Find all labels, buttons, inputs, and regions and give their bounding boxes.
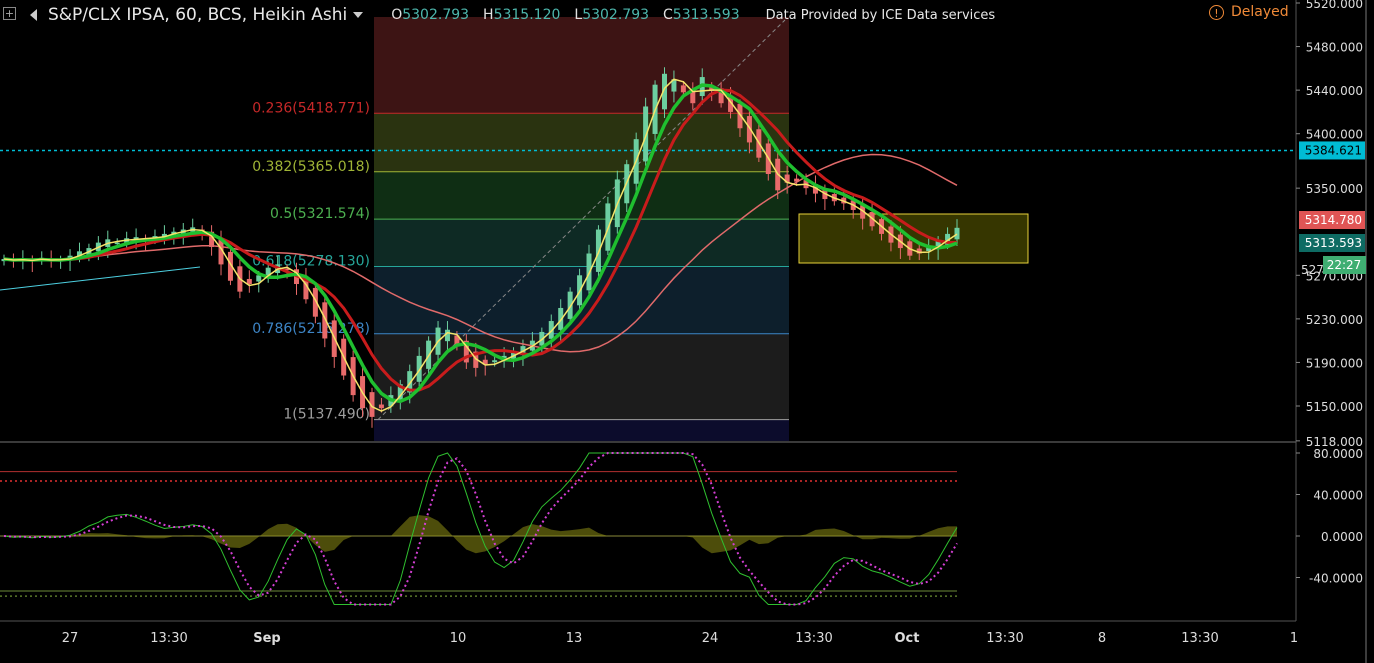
time-tick: 13:30 — [795, 631, 832, 646]
time-tick: Oct — [895, 631, 920, 646]
low-value: 5302.793 — [582, 7, 650, 23]
fib-label: 0.382(5365.018) — [252, 159, 370, 175]
high-label: H — [483, 7, 494, 23]
fib-band — [374, 113, 789, 172]
partial-price-tick: 527 — [1301, 263, 1324, 277]
osc-tick: 0.0000 — [1321, 530, 1363, 544]
osc-tick: 40.0000 — [1313, 489, 1363, 503]
price-tick: 5400.000 — [1306, 128, 1363, 142]
open-label: O — [391, 7, 403, 23]
candle-body — [444, 329, 450, 342]
hline-price-tag: 5384.621 — [1305, 143, 1362, 157]
expand-icon[interactable]: + — [3, 7, 16, 20]
delayed-badge[interactable]: ! Delayed — [1209, 4, 1289, 20]
close-value: 5313.593 — [672, 7, 740, 23]
trend-line — [0, 266, 201, 291]
candle-body — [246, 278, 252, 285]
last-price-tag: 5313.593 — [1305, 236, 1362, 250]
candle-body — [680, 85, 686, 93]
delayed-label: Delayed — [1231, 4, 1289, 20]
legend-header: S&P/CLX IPSA, 60, BCS, Heikin Ashi O 5302… — [48, 4, 995, 26]
data-provider-note: Data Provided by ICE Data services — [765, 7, 996, 23]
alert-icon: ! — [1209, 4, 1224, 20]
chevron-down-icon[interactable] — [353, 12, 364, 18]
time-tick: 13 — [566, 631, 583, 646]
collapse-arrow-icon[interactable] — [30, 9, 37, 21]
osc-line — [3, 452, 958, 605]
fib-label: 0.236(5418.771) — [252, 100, 370, 116]
time-tick: 13:30 — [150, 631, 187, 646]
time-tick: 13:30 — [986, 631, 1023, 646]
high-value: 5315.120 — [493, 7, 561, 23]
osc-signal-line — [3, 452, 958, 606]
time-tick: 10 — [450, 631, 467, 646]
time-tick: 24 — [702, 631, 719, 646]
time-tick: 27 — [62, 631, 79, 646]
fib-band — [374, 219, 789, 267]
fib-label: 1(5137.490) — [283, 407, 370, 423]
fib-band — [374, 171, 789, 220]
osc-tick: 80.0000 — [1313, 447, 1363, 461]
countdown-tag: 22:27 — [1327, 258, 1362, 272]
fib-band — [374, 17, 789, 114]
open-value: 5302.793 — [402, 7, 470, 23]
price-tick: 5230.000 — [1306, 313, 1363, 327]
price-tick: 5350.000 — [1306, 182, 1363, 196]
time-tick: 8 — [1098, 631, 1106, 646]
time-tick: 1 — [1290, 631, 1298, 646]
low-label: L — [574, 7, 583, 23]
time-tick: Sep — [253, 631, 281, 646]
price-tick: 5480.000 — [1306, 41, 1363, 55]
price-tick: 5520.000 — [1306, 0, 1363, 11]
price-tick: 5440.000 — [1306, 84, 1363, 98]
fib-band — [374, 419, 789, 441]
osc-tick: -40.0000 — [1309, 572, 1363, 586]
time-tick: 13:30 — [1181, 631, 1218, 646]
candle-body — [492, 360, 498, 363]
price-tick: 5150.000 — [1306, 400, 1363, 414]
candle-body — [643, 106, 649, 162]
candle-body — [378, 404, 384, 409]
price-tick: 5190.000 — [1306, 356, 1363, 370]
ma-price-tag: 5314.780 — [1305, 213, 1362, 227]
candle-body — [954, 227, 960, 240]
symbol-title[interactable]: S&P/CLX IPSA, 60, BCS, Heikin Ashi — [48, 5, 347, 25]
fib-label: 0.5(5321.574) — [270, 206, 370, 222]
close-label: C — [663, 7, 673, 23]
chart-canvas[interactable]: 0.236(5418.771) 0.382(5365.018) 0.5(5321.5… — [0, 0, 1374, 663]
candle-body — [114, 242, 120, 245]
